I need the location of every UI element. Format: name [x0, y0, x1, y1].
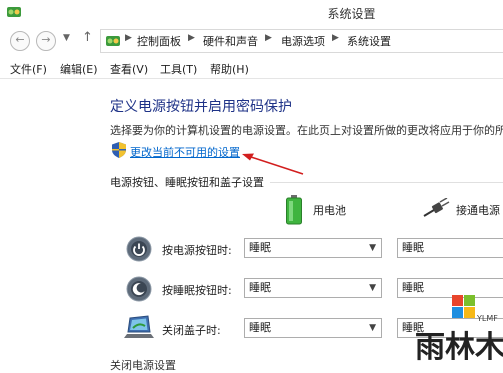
arrow-right-icon: →	[41, 33, 51, 46]
breadcrumb-separator-icon: ▶	[188, 33, 195, 43]
title-bar: 系统设置	[0, 0, 503, 26]
select-value: 睡眠	[402, 241, 424, 254]
shutdown-settings-heading: 关闭电源设置	[110, 359, 176, 372]
breadcrumb-control-panel[interactable]: 控制面板	[137, 33, 181, 49]
menu-edit[interactable]: 编辑(E)	[60, 61, 98, 77]
arrow-left-icon: ←	[15, 33, 25, 46]
power-plug-icon	[423, 198, 450, 217]
row-label-lid-close: 关闭盖子时:	[162, 324, 221, 337]
select-value: 睡眠	[249, 281, 271, 294]
column-on-battery: 用电池	[313, 204, 346, 217]
laptop-lid-icon	[124, 315, 154, 338]
select-value: 睡眠	[249, 241, 271, 254]
chevron-down-icon: ▼	[369, 243, 376, 253]
breadcrumb-separator-icon: ▶	[125, 33, 132, 43]
menu-view[interactable]: 查看(V)	[110, 61, 148, 77]
back-button[interactable]: ←	[10, 31, 30, 51]
menu-tools[interactable]: 工具(T)	[160, 61, 197, 77]
page-title: 定义电源按钮并启用密码保护	[110, 99, 292, 115]
row-label-power-button: 按电源按钮时:	[162, 244, 232, 257]
column-plugged-in: 接通电源	[456, 204, 500, 217]
power-button-icon	[126, 236, 152, 262]
breadcrumb-separator-icon: ▶	[332, 33, 339, 43]
watermark-text: 雨林木风	[415, 330, 503, 364]
sleep-button-icon	[126, 276, 152, 302]
sleep-button-battery-select[interactable]: 睡眠 ▼	[244, 278, 382, 298]
menu-help[interactable]: 帮助(H)	[210, 61, 249, 77]
section-title: 电源按钮、睡眠按钮和盖子设置	[110, 176, 264, 189]
address-bar[interactable]: ▶ 控制面板 ▶ 硬件和声音 ▶ 电源选项 ▶ 系统设置	[100, 29, 503, 53]
uac-shield-icon	[112, 142, 126, 158]
lid-close-battery-select[interactable]: 睡眠 ▼	[244, 318, 382, 338]
battery-icon	[286, 195, 302, 225]
select-value: 睡眠	[249, 321, 271, 334]
ylmf-watermark-logo: YLMF 雨林木风	[415, 295, 503, 364]
row-label-sleep-button: 按睡眠按钮时:	[162, 284, 232, 297]
navigation-bar: ← → ▼ ↑ ▶ 控制面板 ▶ 硬件和声音 ▶ 电源选项 ▶ 系统设置	[0, 26, 503, 56]
forward-button[interactable]: →	[36, 31, 56, 51]
breadcrumb-separator-icon: ▶	[265, 33, 272, 43]
change-unavailable-settings-link[interactable]: 更改当前不可用的设置	[130, 144, 240, 160]
window-title: 系统设置	[327, 7, 376, 21]
power-button-battery-select[interactable]: 睡眠 ▼	[244, 238, 382, 258]
menu-file[interactable]: 文件(F)	[10, 61, 47, 77]
breadcrumb-system-settings[interactable]: 系统设置	[347, 33, 391, 49]
svg-text:YLMF: YLMF	[476, 314, 498, 323]
menu-bar: 文件(F) 编辑(E) 查看(V) 工具(T) 帮助(H)	[0, 58, 503, 79]
power-button-plugged-select[interactable]: 睡眠	[397, 238, 503, 258]
page-description: 选择要为你的计算机设置的电源设置。在此页上对设置所做的更改将应用于你的所	[110, 124, 503, 137]
control-panel-icon	[106, 36, 120, 46]
up-button[interactable]: ↑	[82, 30, 93, 45]
chevron-down-icon: ▼	[369, 323, 376, 333]
chevron-down-icon: ▼	[369, 283, 376, 293]
recent-pages-dropdown[interactable]: ▼	[63, 33, 70, 43]
section-divider	[270, 182, 503, 183]
annotation-arrow	[242, 153, 304, 175]
breadcrumb-hardware-sound[interactable]: 硬件和声音	[203, 33, 258, 49]
breadcrumb-power-options[interactable]: 电源选项	[281, 33, 325, 49]
